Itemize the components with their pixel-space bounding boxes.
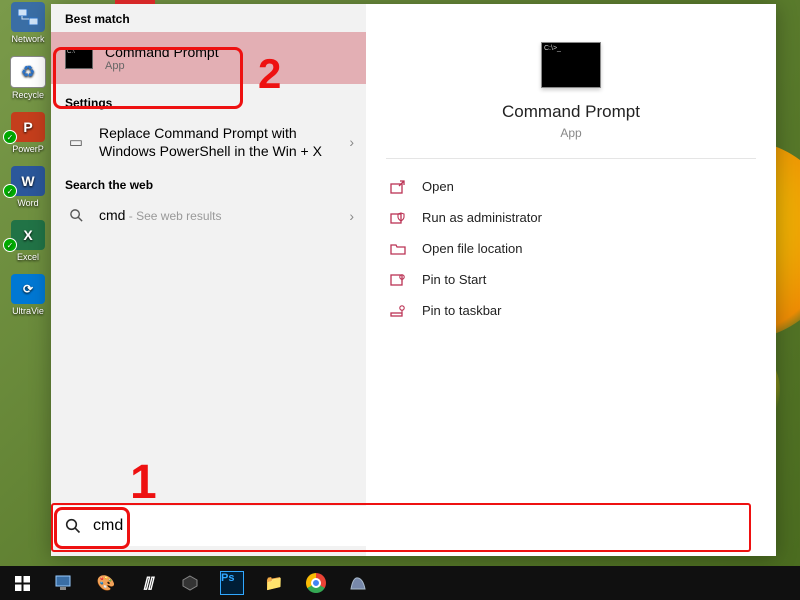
pin-start-icon [390, 273, 408, 287]
preview-actions: Open Run as administrator Open file loca… [386, 159, 756, 324]
action-label: Run as administrator [422, 210, 542, 225]
taskbar-app-2[interactable]: ⫿⫿ [130, 568, 166, 598]
desktop-icon-label: Excel [17, 252, 39, 262]
chevron-right-icon: › [349, 134, 354, 150]
start-menu-results: Best match Command Prompt App Settings ▭… [51, 4, 366, 556]
desktop-icon-word[interactable]: W ✓ Word [5, 166, 51, 208]
action-label: Pin to taskbar [422, 303, 502, 318]
web-search-label: cmd - See web results [99, 206, 352, 225]
start-menu: Best match Command Prompt App Settings ▭… [51, 4, 776, 556]
action-label: Open [422, 179, 454, 194]
admin-shield-icon [390, 211, 408, 225]
best-match-text: Command Prompt App [105, 44, 219, 72]
desktop-icon-label: Word [17, 198, 38, 208]
preview-title: Command Prompt [502, 102, 640, 122]
folder-icon: 📁 [265, 574, 284, 592]
best-match-header: Best match [51, 4, 366, 32]
desktop-icon-ultraviewer[interactable]: ⟳ UltraVie [5, 274, 51, 316]
action-label: Open file location [422, 241, 522, 256]
action-run-as-admin[interactable]: Run as administrator [386, 204, 756, 231]
open-icon [390, 180, 408, 194]
folder-icon [390, 242, 408, 256]
active-tab-indicator [115, 0, 155, 4]
shortcut-badge-icon: ✓ [3, 184, 17, 198]
desktop-icons: Network Recycle P ✓ PowerP W ✓ Word X ✓ … [5, 0, 51, 316]
taskbar-paint[interactable]: 🎨 [88, 568, 124, 598]
network-icon [11, 2, 45, 32]
app-icon: ⫿⫿ [144, 575, 153, 592]
taskbar-app-1[interactable] [46, 568, 82, 598]
taskbar-file-explorer[interactable]: 📁 [256, 568, 292, 598]
best-match-title: Command Prompt [105, 44, 219, 60]
start-menu-preview: Command Prompt App Open Run as administr… [366, 4, 776, 556]
chrome-icon [306, 573, 326, 593]
taskbar-app-4[interactable] [340, 568, 376, 598]
desktop-icon-powerpoint[interactable]: P ✓ PowerP [5, 112, 51, 154]
settings-item-label: Replace Command Prompt with Windows Powe… [99, 124, 352, 160]
action-open-file-location[interactable]: Open file location [386, 235, 756, 262]
chevron-right-icon: › [349, 208, 354, 224]
annotation-number-1: 1 [130, 455, 157, 510]
desktop-icon-label: Recycle [12, 90, 44, 100]
start-search-bar[interactable] [51, 506, 775, 546]
search-icon [65, 518, 81, 534]
palette-icon: 🎨 [97, 574, 116, 592]
taskbar: 🎨 ⫿⫿ Ps 📁 [0, 566, 800, 600]
command-prompt-icon [65, 47, 93, 69]
settings-item-icon: ▭ [65, 133, 87, 151]
best-match-subtitle: App [105, 60, 219, 72]
search-web-header: Search the web [51, 168, 366, 198]
taskbar-chrome[interactable] [298, 568, 334, 598]
desktop-icon-label: PowerP [12, 144, 44, 154]
ultraviewer-icon: ⟳ [11, 274, 45, 304]
desktop: Network Recycle P ✓ PowerP W ✓ Word X ✓ … [0, 0, 800, 600]
search-input[interactable] [91, 516, 761, 536]
desktop-icon-label: UltraVie [12, 306, 44, 316]
shortcut-badge-icon: ✓ [3, 238, 17, 252]
web-search-item[interactable]: cmd - See web results › [51, 198, 366, 233]
best-match-command-prompt[interactable]: Command Prompt App [51, 32, 366, 84]
desktop-icon-recycle[interactable]: Recycle [5, 56, 51, 100]
action-open[interactable]: Open [386, 173, 756, 200]
settings-item-replace-cmd[interactable]: ▭ Replace Command Prompt with Windows Po… [51, 116, 366, 168]
shortcut-badge-icon: ✓ [3, 130, 17, 144]
command-prompt-icon [541, 42, 601, 88]
desktop-icon-label: Network [11, 34, 44, 44]
preview-subtitle: App [560, 126, 581, 140]
taskbar-app-3[interactable] [172, 568, 208, 598]
pin-taskbar-icon [390, 304, 408, 318]
taskbar-photoshop[interactable]: Ps [214, 568, 250, 598]
start-button[interactable] [4, 568, 40, 598]
preview-pane: Command Prompt App [386, 22, 756, 159]
photoshop-icon: Ps [220, 571, 244, 595]
annotation-number-2: 2 [258, 50, 281, 98]
recycle-bin-icon [10, 56, 46, 88]
search-icon [65, 208, 87, 223]
desktop-icon-network[interactable]: Network [5, 2, 51, 44]
settings-header: Settings [51, 84, 366, 116]
action-label: Pin to Start [422, 272, 486, 287]
action-pin-to-taskbar[interactable]: Pin to taskbar [386, 297, 756, 324]
action-pin-to-start[interactable]: Pin to Start [386, 266, 756, 293]
desktop-icon-excel[interactable]: X ✓ Excel [5, 220, 51, 262]
